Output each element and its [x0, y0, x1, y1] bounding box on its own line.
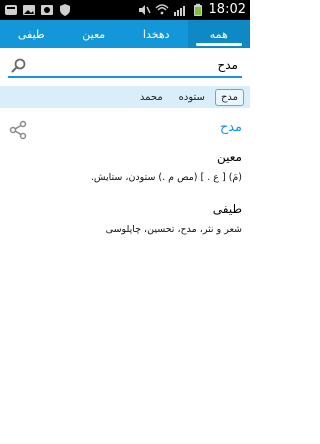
signal-icon [173, 5, 185, 16]
status-bar: 18:02 [0, 0, 250, 20]
chip-label: محمد [139, 91, 163, 103]
battery-icon [193, 3, 202, 16]
chip-label: ستوده [178, 91, 205, 103]
tab-teyfi[interactable]: طیفی [0, 20, 63, 48]
share-icon[interactable] [8, 120, 28, 140]
section-definition: شعر و نثر، مدح، تحسین، چاپلوسی [105, 224, 242, 235]
section-definition: (مَ) [ ع . ] (مص م .) ستودن، ستایش. [90, 172, 242, 183]
chip-label: مدح [220, 91, 238, 103]
shield-icon [60, 4, 70, 16]
headword: مدح [219, 120, 242, 135]
tab-label: دهخدا [142, 27, 170, 41]
tab-label: همه [209, 27, 228, 41]
wifi-icon [155, 3, 169, 14]
mute-icon [138, 4, 151, 15]
tab-all[interactable]: همه [187, 20, 250, 48]
search-bar[interactable]: مدح [8, 56, 242, 78]
section-title: معین [217, 150, 242, 164]
status-left-icons [4, 3, 72, 17]
chip-suggestion[interactable]: مدح [214, 88, 244, 106]
chip-suggestion[interactable]: ستوده [173, 89, 211, 106]
tab-dehkhoda[interactable]: دهخدا [125, 20, 188, 48]
section-title: طیفی [212, 202, 242, 216]
suggestion-bar: مدح ستوده محمد [0, 86, 250, 108]
status-right: 18:02 [137, 2, 246, 17]
result-content [0, 112, 250, 444]
notification-icon [5, 5, 17, 15]
search-input[interactable]: مدح [218, 58, 238, 72]
image-icon [41, 5, 53, 15]
chip-suggestion[interactable]: محمد [134, 89, 169, 106]
tab-bar: همه دهخدا معین طیفی [0, 20, 250, 48]
status-time: 18:02 [208, 2, 246, 17]
tab-label: معین [82, 27, 106, 41]
search-icon[interactable] [10, 57, 28, 75]
tab-label: طیفی [17, 27, 45, 41]
tab-moein[interactable]: معین [63, 20, 126, 48]
search-underline [8, 76, 242, 78]
gallery-icon [23, 5, 35, 15]
